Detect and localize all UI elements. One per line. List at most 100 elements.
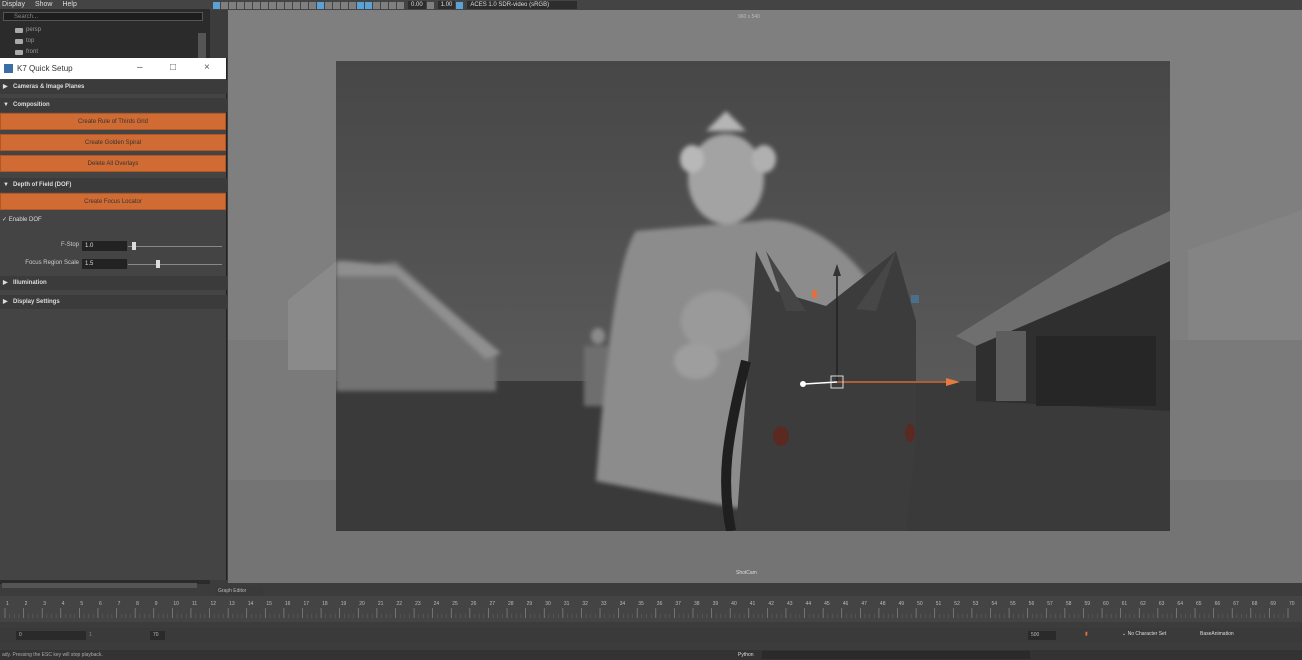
isolate-select-icon[interactable] (365, 1, 372, 9)
bookmark-icon[interactable] (229, 1, 236, 9)
enable-dof-checkbox[interactable]: ✓ Enable DOF (2, 216, 42, 223)
timeline-tick-label: 68 (1252, 601, 1258, 607)
smooth-shade-icon[interactable] (309, 1, 316, 9)
xray-joints-icon[interactable] (381, 1, 388, 9)
focus-region-slider-handle[interactable] (156, 260, 161, 268)
menu-bar: Display Show Help (0, 0, 210, 9)
ambient-occlusion-icon[interactable] (341, 1, 348, 9)
timeline-tick-label: 2 (25, 601, 28, 607)
menu-show[interactable]: Show (35, 0, 53, 9)
outliner-item-persp[interactable]: persp (15, 27, 41, 33)
camera-attributes-icon[interactable] (221, 1, 228, 9)
timeline-tick-label: 22 (396, 601, 402, 607)
maximize-icon[interactable]: □ (170, 62, 176, 73)
grid-icon[interactable] (245, 1, 252, 9)
section-depth-of-field[interactable]: ▼ Depth of Field (DOF) (0, 178, 227, 192)
range-start-field[interactable]: 0 (16, 631, 86, 640)
timeline-tick-label: 36 (657, 601, 663, 607)
resolution-gate-icon[interactable] (261, 1, 268, 9)
timeline-tick-label: 29 (527, 601, 533, 607)
character-set-dropdown[interactable]: ⌄ No Character Set (1122, 630, 1192, 639)
minimize-icon[interactable]: – (137, 62, 143, 73)
section-cameras-image-planes[interactable]: ▶ Cameras & Image Planes (0, 80, 227, 94)
outliner-item-top[interactable]: top (15, 38, 34, 44)
anim-layer-dropdown[interactable]: BaseAnimation (1200, 630, 1265, 639)
fstop-slider-row: F-Stop 1.0 (0, 241, 227, 251)
section-display-settings[interactable]: ▶ Display Settings (0, 295, 227, 309)
range-end-field[interactable]: 70 (150, 631, 165, 640)
gamma-icon[interactable] (426, 1, 434, 9)
window-title: K7 Quick Setup (17, 64, 73, 73)
timeline-tick-label: 61 (1122, 601, 1128, 607)
viewport[interactable]: 960 x 540 ShotCam (228, 10, 1302, 583)
focus-region-slider-track[interactable] (128, 264, 222, 265)
safe-action-icon[interactable] (285, 1, 292, 9)
quick-setup-window: K7 Quick Setup – □ × ▶ Cameras & Image Pl… (0, 58, 227, 580)
time-slider[interactable]: 1 2 3 4 5 6 7 8 9 10 11 12 13 14 15 16 17 18 19 20 21 22 23 24 2… (0, 596, 1302, 622)
fstop-slider-handle[interactable] (131, 242, 136, 250)
field-chart-icon[interactable] (277, 1, 284, 9)
view-transform-dropdown[interactable]: ACES 1.0 SDR-video (sRGB) (467, 1, 578, 9)
textured-icon[interactable] (317, 1, 324, 9)
shadows-icon[interactable] (333, 1, 340, 9)
exposure-icon[interactable] (397, 1, 404, 9)
timeline-tick-label: 23 (415, 601, 421, 607)
exposure-field[interactable]: 0.00 (408, 1, 426, 9)
create-focus-locator-button[interactable]: Create Focus Locator (0, 193, 226, 210)
section-composition[interactable]: ▼ Composition (0, 98, 227, 112)
timeline-tick-label: 34 (620, 601, 626, 607)
wireframe-icon[interactable] (301, 1, 308, 9)
outliner-horizontal-scrollbar[interactable] (2, 583, 197, 588)
image-plane-icon[interactable] (237, 1, 244, 9)
fstop-field[interactable]: 1.0 (82, 241, 127, 251)
timeline-tick-label: 16 (285, 601, 291, 607)
menu-help[interactable]: Help (62, 0, 76, 9)
color-management-icon[interactable] (456, 1, 464, 9)
collapsed-arrow-icon: ▶ (3, 280, 8, 286)
create-golden-spiral-button[interactable]: Create Golden Spiral (0, 134, 226, 151)
gate-mask-icon[interactable] (269, 1, 276, 9)
auto-key-icon[interactable]: ▮ (1085, 630, 1088, 639)
select-camera-icon[interactable] (213, 1, 220, 9)
command-language-label[interactable]: Python (738, 652, 754, 658)
timeline-tick-label: 27 (489, 601, 495, 607)
lights-icon[interactable] (325, 1, 332, 9)
film-gate-icon[interactable] (253, 1, 260, 9)
close-icon[interactable]: × (204, 62, 210, 73)
timeline-tick-label: 26 (471, 601, 477, 607)
range-max-field[interactable]: 500 (1028, 631, 1056, 640)
outliner-search-input[interactable]: Search... (3, 12, 203, 21)
timeline-tick-label: 1 (6, 601, 9, 607)
outliner-item-front[interactable]: front (15, 49, 38, 55)
app-icon (4, 64, 13, 73)
viewport-toolbar: 0.00 1.00 ACES 1.0 SDR-video (sRGB) (210, 0, 1302, 10)
focus-region-field[interactable]: 1.5 (82, 259, 127, 269)
status-message: ady. Pressing the ESC key will stop play… (2, 652, 103, 658)
timeline-tick-label: 49 (899, 601, 905, 607)
xray-icon[interactable] (373, 1, 380, 9)
menu-display[interactable]: Display (2, 0, 25, 9)
fstop-slider-track[interactable] (128, 246, 222, 247)
timeline-tick-label: 6 (99, 601, 102, 607)
depth-of-field-icon[interactable] (357, 1, 364, 9)
delete-all-overlays-button[interactable]: Delete All Overlays (0, 155, 226, 172)
outliner-item-label: top (26, 38, 35, 44)
timeline-tick-label: 62 (1140, 601, 1146, 607)
backface-icon[interactable] (389, 1, 396, 9)
timeline-tick-label: 42 (768, 601, 774, 607)
section-label: Cameras & Image Planes (13, 84, 85, 90)
timeline-tick-label: 9 (155, 601, 158, 607)
timeline-tick-label: 40 (731, 601, 737, 607)
motion-blur-icon[interactable] (349, 1, 356, 9)
gamma-field[interactable]: 1.00 (437, 1, 456, 9)
timeline-tick-label: 58 (1066, 601, 1072, 607)
timeline-tick-label: 64 (1177, 601, 1183, 607)
safe-title-icon[interactable] (293, 1, 300, 9)
create-rule-of-thirds-button[interactable]: Create Rule of Thirds Grid (0, 113, 226, 130)
window-titlebar[interactable]: K7 Quick Setup – □ × (0, 58, 226, 79)
graph-editor-tab[interactable]: Graph Editor (215, 587, 263, 596)
section-illumination[interactable]: ▶ Illumination (0, 276, 227, 290)
timeline-tick-label: 11 (192, 601, 197, 607)
timeline-tick-label: 20 (359, 601, 365, 607)
command-line-input[interactable] (762, 651, 1030, 659)
